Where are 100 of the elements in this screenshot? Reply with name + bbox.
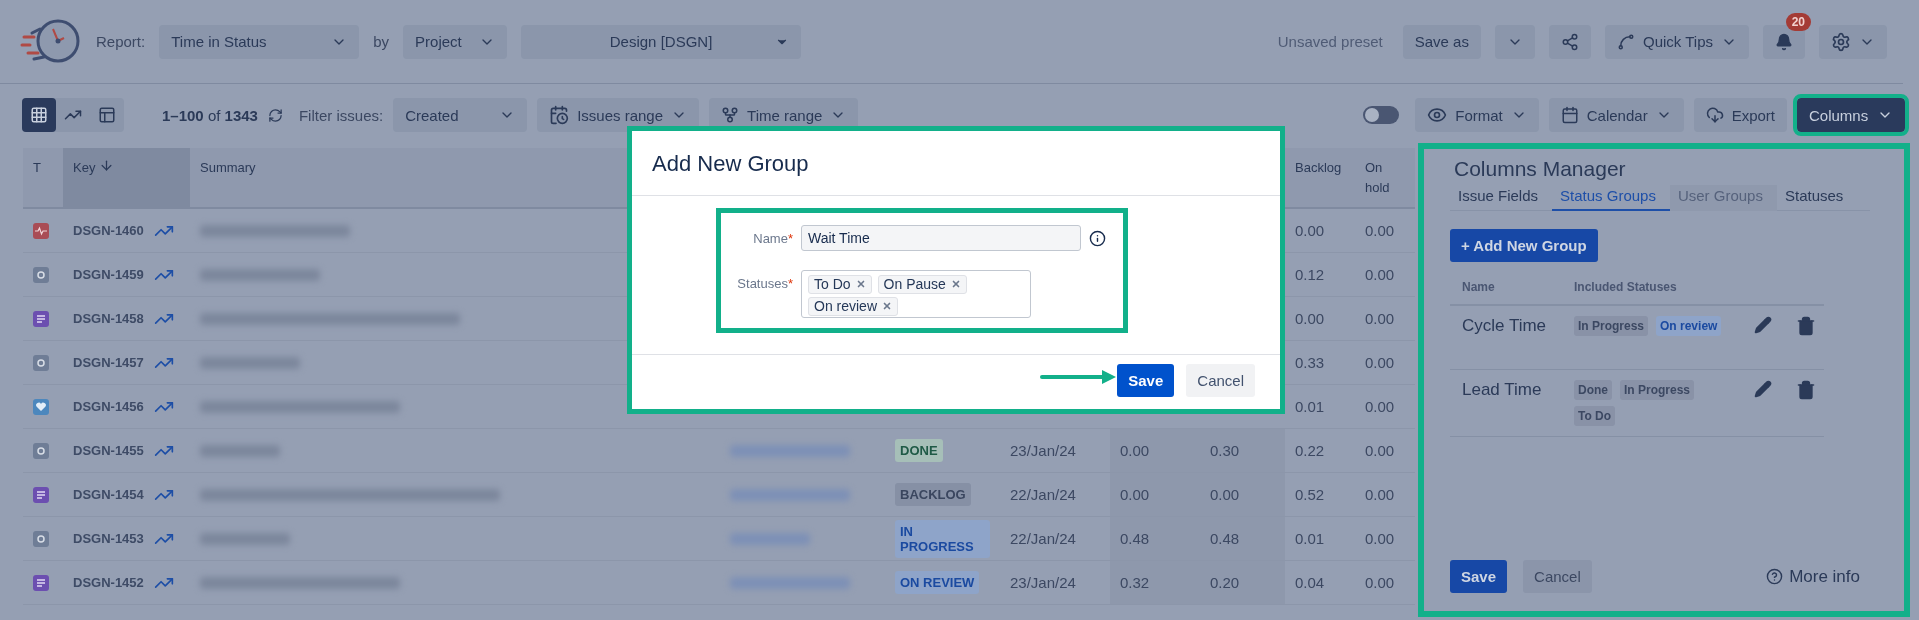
table-cell-text: 0.12	[1294, 265, 1326, 285]
trash-icon[interactable]	[1796, 380, 1816, 400]
settings-icon	[1831, 31, 1851, 52]
issue-key[interactable]: DSGN-1457	[73, 355, 144, 370]
table-cell-text: 22/Jan/24	[1009, 529, 1077, 549]
column-header[interactable]: On hold	[1355, 148, 1415, 208]
group-by-select[interactable]: Project	[403, 24, 508, 59]
issue-key[interactable]: DSGN-1458	[73, 311, 144, 326]
share-button[interactable]	[1548, 24, 1591, 59]
column-header: Included Statuses	[1562, 272, 1824, 306]
status-tag: DONE	[895, 439, 943, 462]
pencil-icon[interactable]	[1754, 380, 1772, 398]
issue-count: 1–100 of 1343	[162, 106, 258, 124]
name-field[interactable]: Wait Time	[801, 225, 1081, 251]
name-label: Name*	[752, 230, 793, 246]
table-cell-text: 0.00	[1364, 573, 1396, 593]
calendar-icon	[1560, 106, 1579, 124]
table-cell: 0.32	[1110, 561, 1200, 604]
cancel-button[interactable]: Cancel	[1523, 560, 1592, 593]
column-header[interactable]: Key	[63, 148, 190, 208]
table-cell-text: 0.00	[1364, 309, 1396, 329]
table-cell: 0.48	[1110, 517, 1200, 560]
share-icon	[1560, 32, 1579, 51]
panel-tab[interactable]: Status Groups	[1552, 185, 1670, 211]
grid-icon	[30, 106, 48, 124]
table-cell: 0.00	[1110, 473, 1200, 516]
table-cell-text: 0.00	[1364, 485, 1396, 505]
table-cell-text: 0.01	[1294, 397, 1326, 417]
notifications-button[interactable]	[1763, 24, 1805, 59]
table-cell-text: 0.00	[1364, 529, 1396, 549]
table-cell: 0.48	[1200, 517, 1285, 560]
lines-icon	[33, 574, 49, 591]
save-button[interactable]: Save	[1450, 560, 1508, 593]
table-cell-text: 0.04	[1294, 573, 1326, 593]
remove-icon[interactable]	[950, 279, 961, 289]
quick-tips-button[interactable]: Quick Tips	[1604, 24, 1749, 59]
status-tag: In Progress	[1574, 316, 1649, 336]
panel-tab[interactable]: Issue Fields	[1450, 185, 1553, 211]
lines-icon	[33, 486, 49, 503]
status-chip[interactable]: On Pause	[877, 274, 967, 294]
table-cell-text: 0.00	[1294, 221, 1326, 241]
panel-tab[interactable]: Statuses	[1776, 185, 1858, 211]
status-tag: IN PROGRESS	[895, 519, 990, 558]
calendar-button[interactable]: Calendar	[1548, 98, 1684, 132]
save-button[interactable]: Save	[1117, 364, 1175, 397]
preset-status: Unsaved preset	[1277, 33, 1383, 50]
pencil-icon[interactable]	[1754, 316, 1772, 334]
table-cell-text: 0.00	[1294, 309, 1326, 329]
add-group-button[interactable]: + Add New Group	[1450, 229, 1598, 262]
by-label: by	[373, 33, 390, 50]
scope-select[interactable]: Design [DSGN]	[521, 24, 802, 59]
statuses-field[interactable]: To Do On Pause On review	[801, 269, 1031, 318]
column-header: Name	[1450, 272, 1562, 306]
issue-key[interactable]: DSGN-1459	[73, 267, 144, 282]
status-tag: In Progress	[1620, 380, 1695, 400]
refresh-icon[interactable]	[267, 107, 283, 123]
remove-icon[interactable]	[882, 301, 893, 311]
fork-icon	[721, 106, 740, 124]
info-icon[interactable]	[1089, 230, 1106, 247]
table-cell-text: 0.00	[1364, 265, 1396, 285]
status-tag: Done	[1574, 380, 1612, 400]
issues-range-button[interactable]: Issues range	[537, 98, 700, 132]
pulse-icon	[33, 222, 49, 239]
issue-key[interactable]: DSGN-1452	[73, 575, 144, 590]
remove-icon[interactable]	[855, 279, 866, 289]
more-info-link[interactable]: More info	[1766, 566, 1860, 587]
curve-icon	[1616, 32, 1635, 51]
group-name: Cycle Time	[1462, 316, 1547, 335]
table-cell-text: 0.00	[1364, 441, 1396, 461]
save-as-button[interactable]: Save as	[1402, 24, 1481, 59]
table-cell-text: 0.52	[1294, 485, 1326, 505]
trash-icon[interactable]	[1796, 316, 1816, 336]
issue-key[interactable]: DSGN-1460	[73, 223, 144, 238]
view-button[interactable]	[22, 98, 56, 132]
issue-key[interactable]: DSGN-1456	[73, 399, 144, 414]
toggle-switch[interactable]	[1363, 106, 1400, 124]
dialog-title: Add New Group	[651, 150, 810, 178]
table-cell-text: 0.22	[1294, 441, 1326, 461]
format-button[interactable]: Format	[1415, 98, 1539, 132]
issue-key[interactable]: DSGN-1453	[73, 531, 144, 546]
table-cell-text: 0.00	[1364, 221, 1396, 241]
status-chip[interactable]: On review	[808, 296, 899, 316]
column-header[interactable]: T	[23, 148, 63, 208]
table-cell-text: 23/Jan/24	[1009, 441, 1077, 461]
issue-key[interactable]: DSGN-1454	[73, 487, 144, 502]
cancel-button[interactable]: Cancel	[1186, 364, 1255, 397]
table-cell-text: 0.01	[1294, 529, 1326, 549]
settings-button[interactable]	[1819, 24, 1887, 59]
column-header[interactable]: Backlog	[1285, 148, 1355, 208]
export-button[interactable]: Export	[1693, 98, 1787, 132]
filter-label: Filter issues:	[298, 106, 384, 124]
filter-select[interactable]: Created	[393, 98, 528, 132]
issue-key[interactable]: DSGN-1455	[73, 443, 144, 458]
status-chip[interactable]: To Do	[808, 274, 872, 294]
help-icon	[1766, 568, 1784, 585]
bell-icon	[1775, 32, 1793, 51]
table-cell-text: 0.00	[1364, 397, 1396, 417]
report-select[interactable]: Time in Status	[159, 24, 360, 59]
table-cell: 0.20	[1200, 561, 1285, 604]
panel-title: Columns Manager	[1454, 157, 1627, 181]
